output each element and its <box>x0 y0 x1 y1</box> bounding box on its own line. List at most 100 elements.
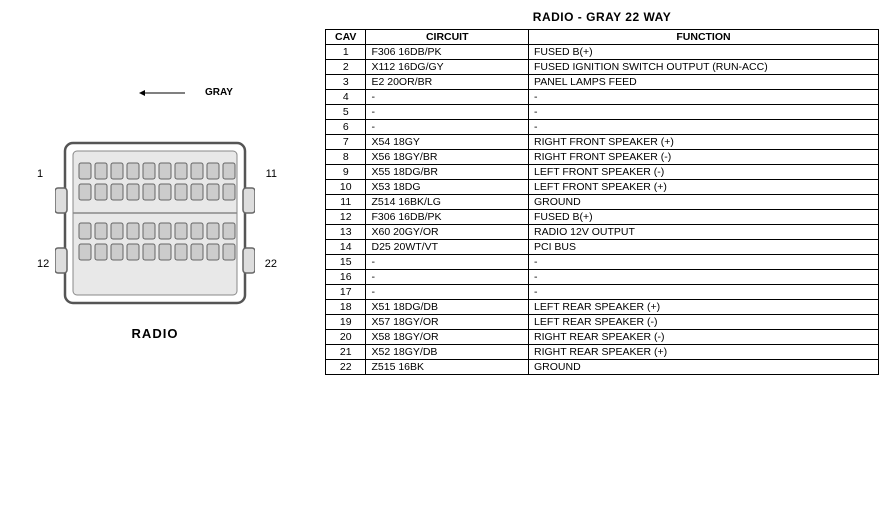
cell-function: LEFT FRONT SPEAKER (-) <box>528 165 878 180</box>
cell-circuit: X58 18GY/OR <box>366 330 529 345</box>
table-row: 5-- <box>326 105 879 120</box>
cell-circuit: F306 16DB/PK <box>366 210 529 225</box>
cell-circuit: X56 18GY/BR <box>366 150 529 165</box>
cell-cav: 1 <box>326 45 366 60</box>
cell-circuit: D25 20WT/VT <box>366 240 529 255</box>
cell-function: LEFT REAR SPEAKER (+) <box>528 300 878 315</box>
header-circuit: CIRCUIT <box>366 30 529 45</box>
cell-function: PCI BUS <box>528 240 878 255</box>
cell-cav: 9 <box>326 165 366 180</box>
cell-function: - <box>528 285 878 300</box>
cell-cav: 11 <box>326 195 366 210</box>
right-panel: RADIO - GRAY 22 WAY CAV CIRCUIT FUNCTION… <box>310 0 894 525</box>
connector-svg <box>55 118 255 318</box>
cell-function: RADIO 12V OUTPUT <box>528 225 878 240</box>
cell-function: FUSED IGNITION SWITCH OUTPUT (RUN-ACC) <box>528 60 878 75</box>
cell-function: GROUND <box>528 360 878 375</box>
table-row: 2X112 16DG/GYFUSED IGNITION SWITCH OUTPU… <box>326 60 879 75</box>
cell-function: - <box>528 270 878 285</box>
table-row: 13X60 20GY/ORRADIO 12V OUTPUT <box>326 225 879 240</box>
cell-circuit: - <box>366 270 529 285</box>
table-row: 8X56 18GY/BRRIGHT FRONT SPEAKER (-) <box>326 150 879 165</box>
table-row: 15-- <box>326 255 879 270</box>
cell-function: RIGHT FRONT SPEAKER (-) <box>528 150 878 165</box>
cell-cav: 8 <box>326 150 366 165</box>
cell-circuit: E2 20OR/BR <box>366 75 529 90</box>
table-row: 18X51 18DG/DBLEFT REAR SPEAKER (+) <box>326 300 879 315</box>
cell-function: LEFT FRONT SPEAKER (+) <box>528 180 878 195</box>
cell-cav: 21 <box>326 345 366 360</box>
cell-function: RIGHT REAR SPEAKER (-) <box>528 330 878 345</box>
cell-function: FUSED B(+) <box>528 210 878 225</box>
cell-cav: 20 <box>326 330 366 345</box>
cell-circuit: - <box>366 255 529 270</box>
label-1: 1 <box>37 168 43 180</box>
cell-circuit: F306 16DB/PK <box>366 45 529 60</box>
header-function: FUNCTION <box>528 30 878 45</box>
cell-circuit: - <box>366 285 529 300</box>
cell-function: PANEL LAMPS FEED <box>528 75 878 90</box>
table-row: 19X57 18GY/ORLEFT REAR SPEAKER (-) <box>326 315 879 330</box>
cell-circuit: - <box>366 90 529 105</box>
cell-cav: 2 <box>326 60 366 75</box>
cell-cav: 16 <box>326 270 366 285</box>
cell-cav: 10 <box>326 180 366 195</box>
cell-cav: 12 <box>326 210 366 225</box>
cell-circuit: X60 20GY/OR <box>366 225 529 240</box>
cell-cav: 17 <box>326 285 366 300</box>
cell-circuit: X54 18GY <box>366 135 529 150</box>
cell-cav: 18 <box>326 300 366 315</box>
cell-function: - <box>528 105 878 120</box>
table-row: 20X58 18GY/ORRIGHT REAR SPEAKER (-) <box>326 330 879 345</box>
cell-circuit: X53 18DG <box>366 180 529 195</box>
table-row: 7X54 18GYRIGHT FRONT SPEAKER (+) <box>326 135 879 150</box>
cell-cav: 7 <box>326 135 366 150</box>
cell-function: FUSED B(+) <box>528 45 878 60</box>
cell-function: RIGHT FRONT SPEAKER (+) <box>528 135 878 150</box>
table-row: 14D25 20WT/VTPCI BUS <box>326 240 879 255</box>
table-row: 3E2 20OR/BRPANEL LAMPS FEED <box>326 75 879 90</box>
table-row: 10X53 18DGLEFT FRONT SPEAKER (+) <box>326 180 879 195</box>
cell-function: LEFT REAR SPEAKER (-) <box>528 315 878 330</box>
cell-circuit: X52 18GY/DB <box>366 345 529 360</box>
table-row: 6-- <box>326 120 879 135</box>
cell-circuit: Z515 16BK <box>366 360 529 375</box>
cell-circuit: - <box>366 105 529 120</box>
cell-circuit: X55 18DG/BR <box>366 165 529 180</box>
cell-cav: 3 <box>326 75 366 90</box>
cell-cav: 15 <box>326 255 366 270</box>
cell-cav: 4 <box>326 90 366 105</box>
cell-function: GROUND <box>528 195 878 210</box>
cell-circuit: X57 18GY/OR <box>366 315 529 330</box>
connector-box: 1 11 12 22 <box>55 118 255 321</box>
cell-cav: 13 <box>326 225 366 240</box>
label-22: 22 <box>265 258 277 270</box>
cell-function: - <box>528 90 878 105</box>
cell-circuit: Z514 16BK/LG <box>366 195 529 210</box>
cell-cav: 14 <box>326 240 366 255</box>
table-row: 12F306 16DB/PKFUSED B(+) <box>326 210 879 225</box>
table-row: 22Z515 16BKGROUND <box>326 360 879 375</box>
table-row: 21X52 18GY/DBRIGHT REAR SPEAKER (+) <box>326 345 879 360</box>
table-row: 9X55 18DG/BRLEFT FRONT SPEAKER (-) <box>326 165 879 180</box>
radio-label: RADIO <box>132 326 179 341</box>
wiring-table: CAV CIRCUIT FUNCTION 1F306 16DB/PKFUSED … <box>325 29 879 375</box>
cell-circuit: X112 16DG/GY <box>366 60 529 75</box>
cell-function: - <box>528 255 878 270</box>
cell-cav: 22 <box>326 360 366 375</box>
table-row: 11Z514 16BK/LGGROUND <box>326 195 879 210</box>
left-panel: GRAY 1 11 12 22 <box>0 0 310 525</box>
label-11: 11 <box>266 168 277 180</box>
header-cav: CAV <box>326 30 366 45</box>
table-row: 16-- <box>326 270 879 285</box>
cell-cav: 19 <box>326 315 366 330</box>
gray-label: GRAY <box>205 87 233 98</box>
cell-cav: 6 <box>326 120 366 135</box>
cell-function: RIGHT REAR SPEAKER (+) <box>528 345 878 360</box>
table-row: 4-- <box>326 90 879 105</box>
table-row: 1F306 16DB/PKFUSED B(+) <box>326 45 879 60</box>
cell-circuit: - <box>366 120 529 135</box>
cell-circuit: X51 18DG/DB <box>366 300 529 315</box>
cell-cav: 5 <box>326 105 366 120</box>
table-row: 17-- <box>326 285 879 300</box>
